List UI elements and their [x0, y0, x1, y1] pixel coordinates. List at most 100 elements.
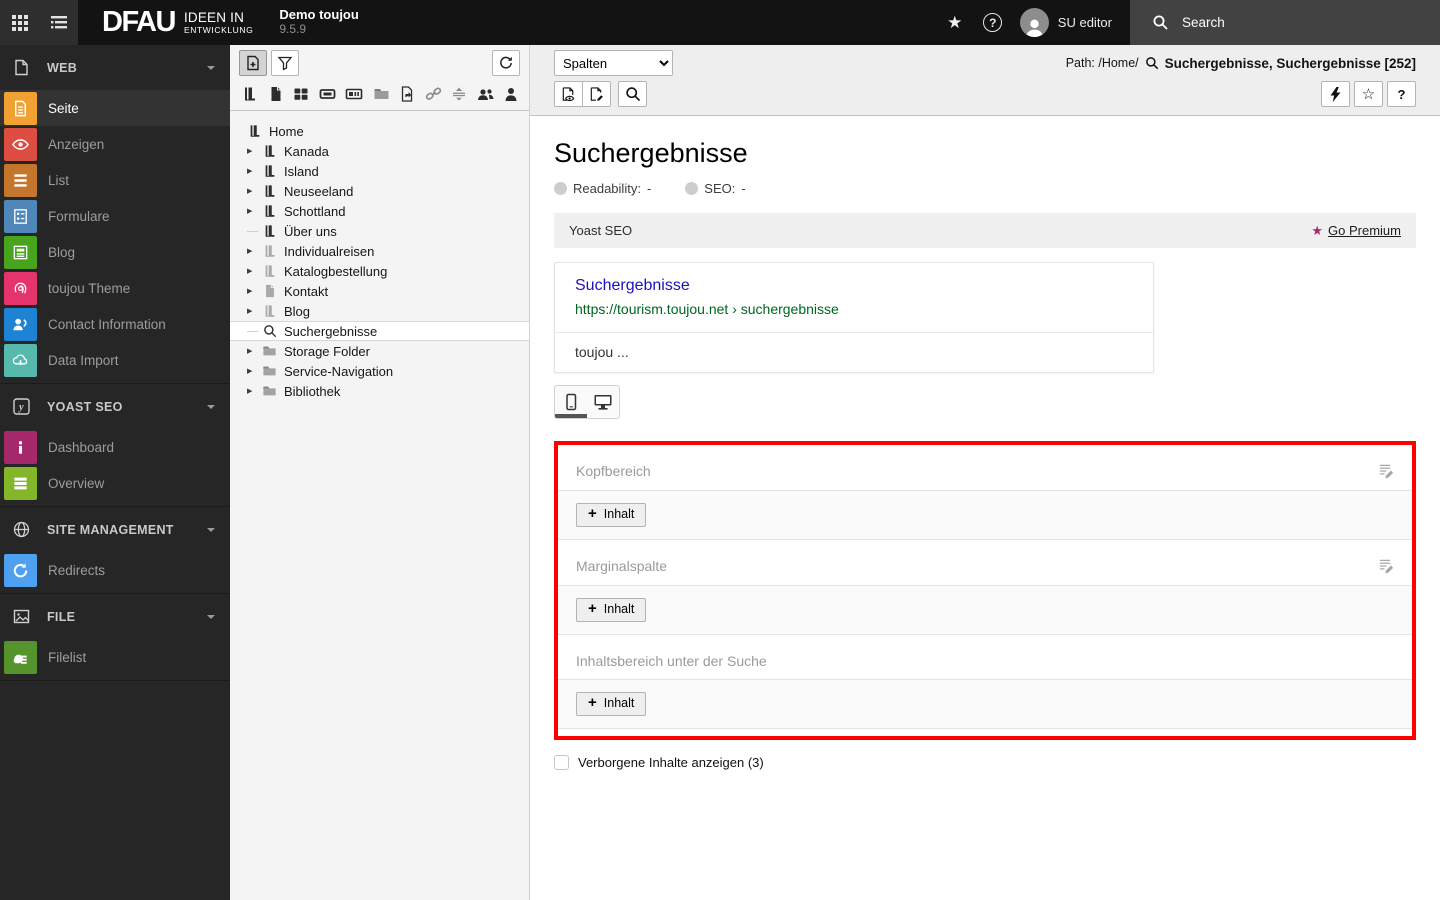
refresh-icon — [498, 55, 514, 71]
link-drag-icon[interactable] — [425, 86, 442, 102]
pagetree-toggle-button[interactable] — [39, 0, 78, 45]
module-item-toujou-theme[interactable]: toujou Theme — [0, 270, 230, 306]
module-item-filelist[interactable]: Filelist — [0, 639, 230, 675]
page-door-drag-icon[interactable] — [242, 86, 258, 102]
user-menu-button[interactable]: SU editor — [1012, 8, 1130, 37]
expand-arrow-icon[interactable]: ▶ — [247, 287, 262, 295]
spacer-drag-icon[interactable] — [451, 86, 467, 102]
tree-item-katalogbestellung[interactable]: ▶ Katalogbestellung — [230, 261, 529, 281]
seo-status-dot — [685, 182, 699, 196]
tree-item-label: Storage Folder — [284, 343, 370, 359]
module-section-header-site-management[interactable]: SITE MANAGEMENT — [0, 507, 230, 552]
mobile-preview-button[interactable] — [555, 386, 587, 418]
module-item-redirects[interactable]: Redirects — [0, 552, 230, 588]
folder-drag-icon[interactable] — [373, 86, 390, 102]
expand-arrow-icon[interactable]: ▶ — [247, 347, 262, 355]
add-content-button[interactable]: + Inhalt — [576, 502, 647, 527]
expand-arrow-icon[interactable]: ▶ — [247, 307, 262, 315]
desktop-preview-button[interactable] — [587, 386, 619, 418]
tree-item-kanada[interactable]: ▶ Kanada — [230, 141, 529, 161]
user-drag-icon[interactable] — [504, 86, 518, 102]
page-door-icon — [262, 164, 277, 179]
bookmark-button[interactable]: ☆ — [1354, 81, 1383, 107]
module-item-label: Dashboard — [48, 439, 115, 455]
page-drag-icon[interactable] — [268, 86, 284, 102]
module-item-dashboard[interactable]: Dashboard — [0, 429, 230, 465]
shortcut-page-drag-icon[interactable] — [399, 85, 415, 102]
filter-button[interactable] — [271, 50, 299, 76]
tree-item-schottland[interactable]: ▶ Schottland — [230, 201, 529, 221]
tree-item-storage-folder[interactable]: ▶ Storage Folder — [230, 341, 529, 361]
tree-item-label: Blog — [284, 303, 311, 319]
expand-arrow-icon[interactable]: ▶ — [247, 367, 262, 375]
module-item-blog[interactable]: Blog — [0, 234, 230, 270]
tree-item-blog[interactable]: ▶ Blog — [230, 301, 529, 321]
tree-item-label: Suchergebnisse — [284, 323, 378, 339]
yoast-seo-panel: Yoast SEO ★ Go Premium — [554, 213, 1416, 249]
expand-arrow-icon[interactable]: ▶ — [247, 267, 262, 275]
expand-arrow-icon[interactable]: ▶ — [247, 147, 262, 155]
tree-item-island[interactable]: ▶ Island — [230, 161, 529, 181]
view-webpage-button[interactable] — [554, 81, 583, 107]
tree-item-individualreisen[interactable]: ▶ Individualreisen — [230, 241, 529, 261]
search-records-button[interactable] — [618, 81, 647, 107]
module-menu-toggle-button[interactable] — [0, 0, 39, 45]
module-item-label: Contact Information — [48, 316, 166, 332]
module-item-seite[interactable]: Seite — [0, 90, 230, 126]
filter-funnel-icon — [277, 55, 293, 71]
plus-icon: + — [588, 694, 597, 712]
edit-column-icon[interactable] — [1377, 558, 1394, 575]
go-premium-link[interactable]: ★ Go Premium — [1311, 223, 1401, 239]
grid-page-drag-icon[interactable] — [293, 86, 309, 102]
edit-page-icon — [588, 86, 605, 103]
module-section-header-yoast[interactable]: y YOAST SEO — [0, 384, 230, 429]
tree-item-neuseeland[interactable]: ▶ Neuseeland — [230, 181, 529, 201]
column-label: Kopfbereich — [576, 463, 651, 480]
expand-arrow-icon[interactable]: ▶ — [247, 247, 262, 255]
refresh-tree-button[interactable] — [492, 50, 520, 76]
module-item-list[interactable]: List — [0, 162, 230, 198]
doc-header: Spalten Path: /Home/ Suchergebnisse, Suc… — [530, 45, 1440, 116]
edit-page-properties-button[interactable] — [582, 81, 611, 107]
expand-arrow-icon[interactable]: ▶ — [247, 167, 262, 175]
dfau-logo[interactable]: DFAU IDEEN IN ENTWICKLUNG — [102, 8, 253, 37]
tree-item-label: Island — [284, 163, 319, 179]
slider-page-drag-icon[interactable] — [345, 86, 363, 102]
clear-cache-button[interactable] — [1321, 81, 1350, 107]
add-content-button[interactable]: + Inhalt — [576, 691, 647, 716]
tree-item-service-navigation[interactable]: ▶ Service-Navigation — [230, 361, 529, 381]
tree-item-kontakt[interactable]: ▶ Kontakt — [230, 281, 529, 301]
module-item-overview[interactable]: Overview — [0, 465, 230, 501]
help-menu-button[interactable]: ? — [974, 0, 1012, 45]
tree-item-suchergebnisse[interactable]: Suchergebnisse — [230, 321, 529, 341]
hidden-content-checkbox[interactable] — [554, 754, 569, 770]
content-column-kopfbereich: Kopfbereich + Inhalt — [558, 445, 1412, 540]
add-content-button[interactable]: + Inhalt — [576, 597, 647, 622]
module-section-yoast: y YOAST SEO Dashboard Overview — [0, 383, 230, 506]
module-item-formulare[interactable]: Formulare — [0, 198, 230, 234]
module-item-label: Seite — [48, 100, 79, 116]
tree-item-ueber-uns[interactable]: Über uns — [230, 221, 529, 241]
module-item-contact-information[interactable]: Contact Information — [0, 306, 230, 342]
tree-item-home[interactable]: Home — [230, 121, 529, 141]
module-item-data-import[interactable]: Data Import — [0, 342, 230, 378]
edit-column-icon[interactable] — [1377, 463, 1394, 480]
module-item-anzeigen[interactable]: Anzeigen — [0, 126, 230, 162]
tree-item-label: Home — [269, 123, 304, 139]
new-page-button[interactable] — [239, 50, 267, 76]
content-column-inhaltsbereich: Inhaltsbereich unter der Suche + Inhalt — [558, 635, 1412, 729]
user-group-drag-icon[interactable] — [477, 86, 495, 102]
snippet-title[interactable]: Suchergebnisse — [575, 276, 1133, 297]
view-mode-select[interactable]: Spalten — [554, 50, 673, 76]
csh-help-button[interactable]: ? — [1387, 81, 1416, 107]
module-section-header-web[interactable]: WEB — [0, 45, 230, 90]
page-title: Suchergebnisse — [554, 138, 748, 168]
module-section-header-file[interactable]: FILE — [0, 594, 230, 639]
bookmarks-button[interactable]: ★ — [936, 0, 974, 45]
banner-page-drag-icon[interactable] — [319, 86, 336, 102]
global-search[interactable]: Search — [1130, 0, 1440, 45]
expand-arrow-icon[interactable]: ▶ — [247, 207, 262, 215]
expand-arrow-icon[interactable]: ▶ — [247, 187, 262, 195]
expand-arrow-icon[interactable]: ▶ — [247, 387, 262, 395]
tree-item-bibliothek[interactable]: ▶ Bibliothek — [230, 381, 529, 401]
